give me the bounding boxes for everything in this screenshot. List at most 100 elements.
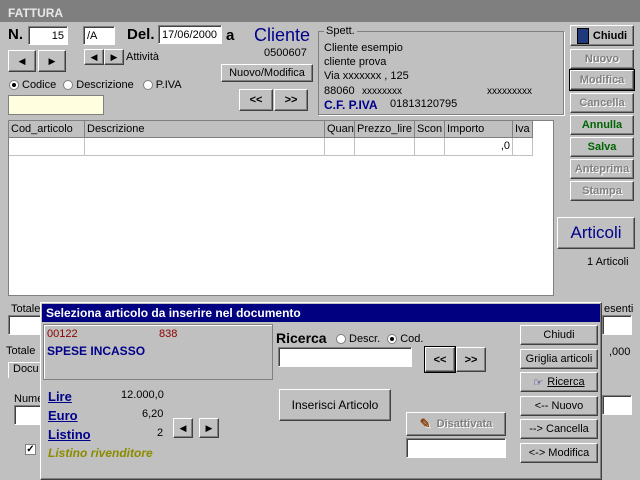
deactivated-button[interactable]: ✎ Disattivata xyxy=(406,412,506,436)
col-sconto[interactable]: Scon xyxy=(415,121,445,138)
triangle-left-icon: ◀ xyxy=(90,51,98,62)
radio-descrizione-label: Descrizione xyxy=(76,79,134,91)
article-description: SPESE INCASSO xyxy=(47,344,146,358)
recipient-city: xxxxxxxx xyxy=(362,86,402,97)
close-button-label: Chiudi xyxy=(592,29,628,42)
cell-iva[interactable] xyxy=(513,138,533,156)
prev-invoice-button[interactable]: ◀ xyxy=(8,50,36,72)
deactivated-field[interactable] xyxy=(406,438,506,458)
col-importo[interactable]: Importo xyxy=(445,121,513,138)
dialog-search-button[interactable]: ☞ Ricerca xyxy=(520,372,598,392)
prev-activity-button[interactable]: ◀ xyxy=(84,49,104,65)
door-icon xyxy=(576,27,589,44)
cell-prezzo[interactable] xyxy=(355,138,415,156)
lire-value: 12.000,0 xyxy=(121,389,164,401)
window-title: FATTURA xyxy=(8,6,64,20)
dialog-delete-button[interactable]: --> Cancella xyxy=(520,419,598,439)
triangle-right-icon: ▶ xyxy=(205,422,213,433)
dialog-close-button[interactable]: Chiudi xyxy=(520,325,598,345)
cell-cod[interactable] xyxy=(9,138,85,156)
recipient-address: Via xxxxxxx , 125 xyxy=(324,70,409,82)
search-label: Ricerca xyxy=(276,330,327,346)
invoice-date-field[interactable]: 17/06/2000 xyxy=(158,25,222,44)
side-field[interactable] xyxy=(602,395,632,415)
number-label-2: Nume xyxy=(14,393,44,405)
brush-icon: ✎ xyxy=(419,416,431,431)
total-label-1: Totale xyxy=(11,303,41,315)
dialog-new-button[interactable]: <-- Nuovo xyxy=(520,396,598,416)
dialog-title: Seleziona articolo da inserire nel docum… xyxy=(46,306,301,320)
recipient-province: xxxxxxxxx xyxy=(487,86,532,97)
triangle-left-icon: ◀ xyxy=(18,55,26,66)
listino-label[interactable]: Listino xyxy=(48,427,91,442)
delete-button[interactable]: Cancella xyxy=(570,93,634,113)
triangle-left-icon: ◀ xyxy=(179,422,187,433)
cell-importo[interactable]: ,0 xyxy=(445,138,513,156)
cancel-button[interactable]: Annulla xyxy=(570,115,634,135)
option-checkbox[interactable]: ✓ xyxy=(25,444,36,455)
exempt-total: ,000 xyxy=(609,346,631,358)
next-activity-button[interactable]: ▶ xyxy=(104,49,124,65)
article-code: 00122 xyxy=(47,328,78,340)
lire-label[interactable]: Lire xyxy=(48,389,72,404)
exempt-label: esenti xyxy=(604,303,634,315)
date-label: Del. xyxy=(127,26,155,43)
radio-cod[interactable] xyxy=(387,334,398,344)
document-tab[interactable]: Docu xyxy=(8,362,44,378)
invoice-suffix-field[interactable]: /A xyxy=(83,26,115,45)
listino-prev-button[interactable]: ◀ xyxy=(173,418,193,438)
col-iva[interactable]: Iva xyxy=(513,121,533,138)
recipient-name: Cliente esempio xyxy=(324,42,403,54)
grid-header: Cod_articolo Descrizione Quan Prezzo_lir… xyxy=(9,121,533,138)
articles-button[interactable]: Articoli xyxy=(557,217,635,249)
col-descrizione[interactable]: Descrizione xyxy=(85,121,325,138)
col-cod-articolo[interactable]: Cod_articolo xyxy=(9,121,85,138)
col-quantita[interactable]: Quan xyxy=(325,121,355,138)
listino-value: 2 xyxy=(157,427,164,439)
col-prezzo[interactable]: Prezzo_lire xyxy=(355,121,415,138)
recipient-name2: cliente prova xyxy=(324,56,387,68)
save-button[interactable]: Salva xyxy=(570,137,634,157)
exempt-field[interactable] xyxy=(602,315,632,335)
client-prev-button[interactable]: << xyxy=(239,89,273,111)
euro-value: 6,20 xyxy=(142,408,164,420)
modify-button[interactable]: Modifica xyxy=(569,69,635,91)
recipient-cap: 88060 xyxy=(324,85,355,97)
cell-descr[interactable] xyxy=(85,138,325,156)
radio-codice[interactable] xyxy=(9,80,19,90)
client-next-button[interactable]: >> xyxy=(274,89,308,111)
dialog-search-label: Ricerca xyxy=(547,376,585,388)
client-search-input[interactable] xyxy=(8,95,104,115)
cell-quan[interactable] xyxy=(325,138,355,156)
new-modify-client-button[interactable]: Nuovo/Modifica xyxy=(221,64,313,82)
preview-button[interactable]: Anteprima xyxy=(570,159,634,179)
deactivated-button-label: Disattivata xyxy=(436,418,493,430)
article-search-input[interactable] xyxy=(278,347,412,367)
new-button[interactable]: Nuovo xyxy=(570,49,634,69)
recipient-vat-label: C.F. P.IVA xyxy=(324,98,378,112)
article-code2: 838 xyxy=(159,328,178,340)
number-label: N. xyxy=(8,26,23,43)
radio-piva[interactable] xyxy=(142,80,153,90)
client-label: Cliente xyxy=(254,25,311,45)
insert-article-button[interactable]: Inserisci Articolo xyxy=(279,389,391,421)
window-title-bar xyxy=(0,0,640,22)
pointing-hand-icon: ☞ xyxy=(533,376,544,389)
article-prev-button[interactable]: << xyxy=(424,346,456,373)
next-invoice-button[interactable]: ▶ xyxy=(38,50,66,72)
dialog-modify-button[interactable]: <-> Modifica xyxy=(520,443,598,463)
print-button[interactable]: Stampa xyxy=(570,181,634,201)
total-field-1[interactable] xyxy=(8,315,42,335)
invoice-number-field[interactable]: 15 xyxy=(28,26,68,45)
number-field-2[interactable] xyxy=(14,405,42,425)
radio-descr[interactable] xyxy=(336,334,346,344)
close-button[interactable]: Chiudi xyxy=(570,25,634,46)
radio-descrizione[interactable] xyxy=(63,80,74,90)
euro-label[interactable]: Euro xyxy=(48,408,78,423)
listino-next-button[interactable]: ▶ xyxy=(199,418,219,438)
table-row[interactable]: ,0 xyxy=(9,138,533,156)
cell-sconto[interactable] xyxy=(415,138,445,156)
triangle-right-icon: ▶ xyxy=(110,51,118,62)
article-next-button[interactable]: >> xyxy=(456,347,486,372)
articles-grid-button[interactable]: Griglia articoli xyxy=(520,349,598,369)
